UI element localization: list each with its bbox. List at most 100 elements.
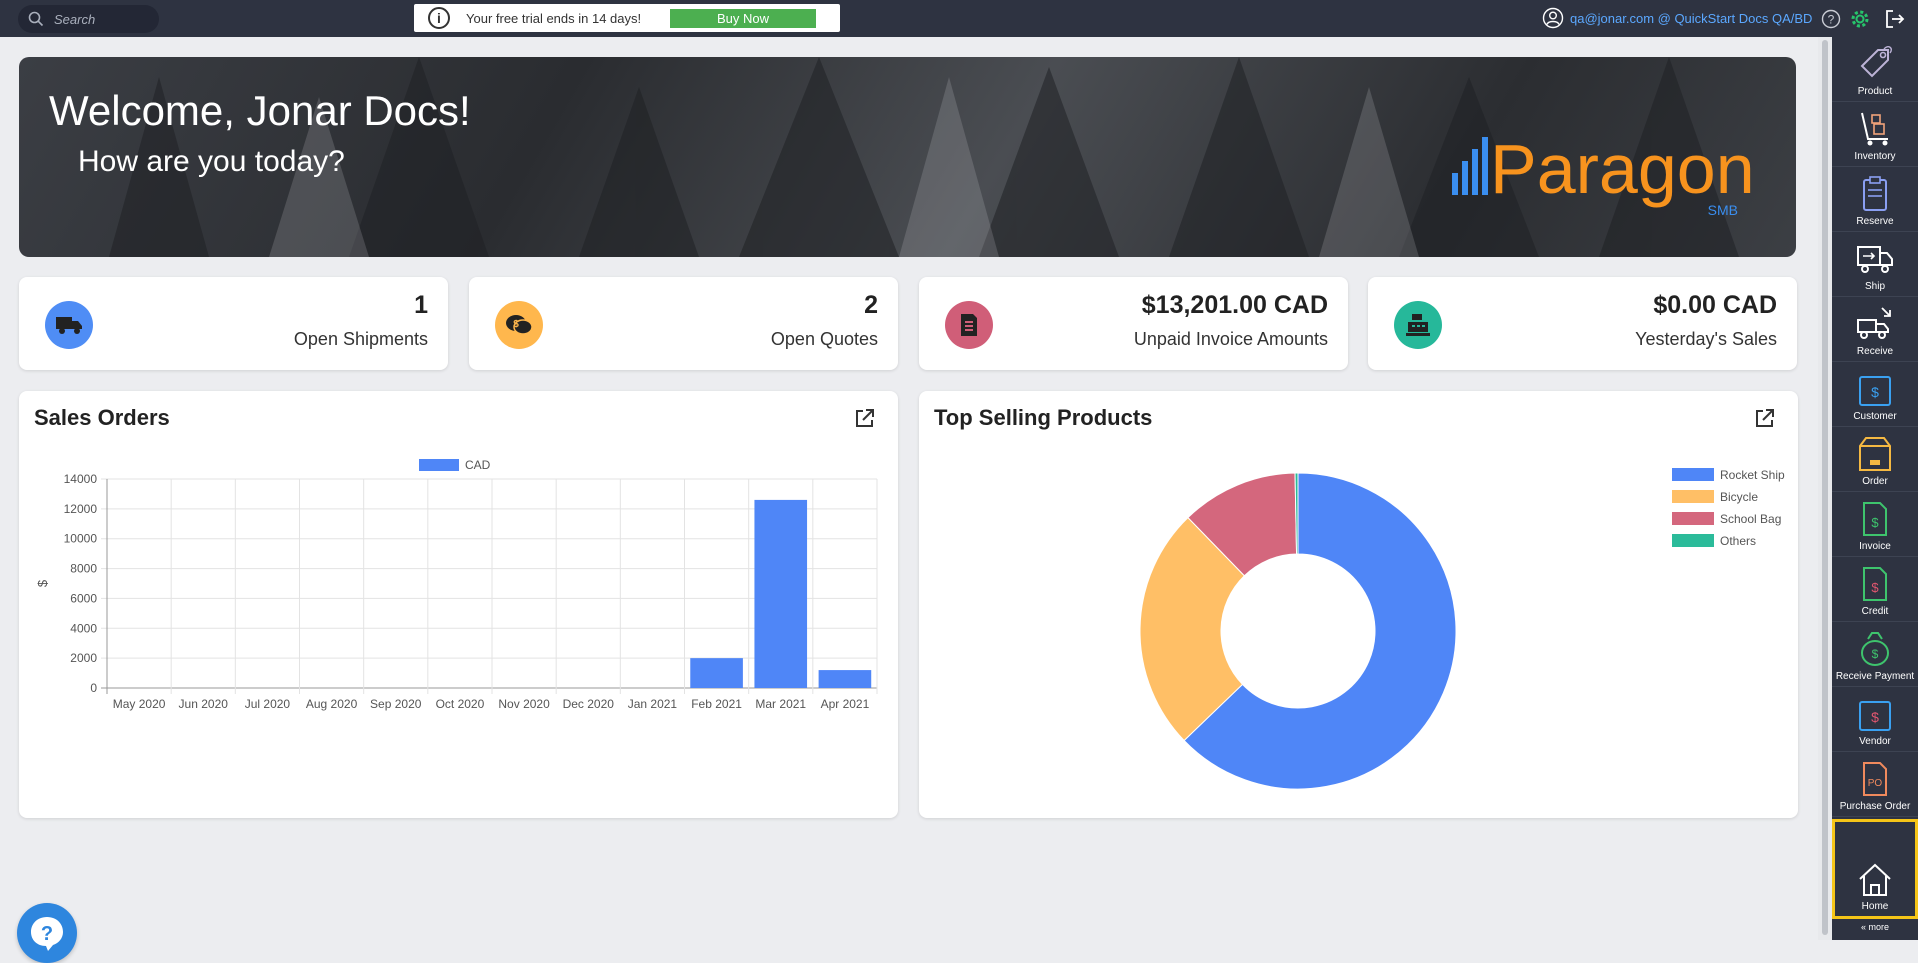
y-tick-label: 4000 bbox=[70, 621, 97, 635]
sidebar-item-ship[interactable]: Ship bbox=[1832, 232, 1918, 297]
legend-swatch bbox=[1672, 512, 1714, 525]
svg-text:$: $ bbox=[1871, 709, 1879, 725]
stat-value: 1 bbox=[414, 291, 428, 319]
svg-text:$: $ bbox=[1871, 515, 1879, 530]
search-box[interactable] bbox=[18, 5, 159, 33]
stat-card-unpaid-invoices[interactable]: $13,201.00 CAD Unpaid Invoice Amounts bbox=[919, 277, 1348, 370]
reserve-clipboard-icon bbox=[1863, 176, 1887, 211]
external-link-icon[interactable] bbox=[1754, 407, 1776, 429]
external-link-icon[interactable] bbox=[854, 407, 876, 429]
paragon-logo: Paragon SMB bbox=[1452, 130, 1755, 218]
stat-card-open-shipments[interactable]: 1 Open Shipments bbox=[19, 277, 448, 370]
invoice-doc-icon: $ bbox=[1863, 502, 1887, 536]
search-icon bbox=[28, 11, 44, 27]
x-tick-label: Aug 2020 bbox=[306, 697, 358, 711]
sidebar-item-label: Home bbox=[1861, 901, 1889, 912]
x-tick-label: May 2020 bbox=[113, 697, 166, 711]
search-input[interactable] bbox=[54, 11, 144, 27]
sidebar-item-label: Reserve bbox=[1856, 216, 1894, 227]
welcome-banner: Welcome, Jonar Docs! How are you today? … bbox=[19, 57, 1796, 257]
credit-doc-icon: $ bbox=[1863, 567, 1887, 601]
settings-gear-icon[interactable] bbox=[1849, 8, 1871, 30]
x-tick-label: Jan 2021 bbox=[628, 697, 678, 711]
stat-value: $0.00 CAD bbox=[1653, 291, 1777, 319]
sidebar-item-inventory[interactable]: Inventory bbox=[1832, 102, 1918, 167]
user-icon bbox=[1542, 7, 1564, 29]
svg-text:$: $ bbox=[1872, 647, 1879, 661]
product-tag-icon bbox=[1860, 46, 1893, 78]
home-icon bbox=[1859, 863, 1891, 896]
stat-value: $13,201.00 CAD bbox=[1141, 291, 1328, 319]
x-tick-label: Feb 2021 bbox=[691, 697, 742, 711]
buy-now-button[interactable]: Buy Now bbox=[670, 9, 816, 28]
y-tick-label: 14000 bbox=[64, 472, 98, 486]
purchase-order-icon: PO bbox=[1863, 762, 1887, 796]
sidebar-item-vendor[interactable]: $ Vendor bbox=[1832, 687, 1918, 752]
sidebar-item-home[interactable]: Home bbox=[1832, 819, 1918, 919]
main-scrollbar[interactable] bbox=[1818, 37, 1832, 940]
svg-text:$: $ bbox=[1871, 384, 1879, 400]
sidebar-item-product[interactable]: Product bbox=[1832, 37, 1918, 102]
trial-message: Your free trial ends in 14 days! bbox=[466, 10, 642, 26]
help-chat-button[interactable]: ? bbox=[17, 903, 77, 963]
svg-text:Paragon: Paragon bbox=[1490, 130, 1755, 208]
sidebar-item-order[interactable]: Order bbox=[1832, 427, 1918, 492]
user-label: qa@jonar.com @ QuickStart Docs QA/BD bbox=[1570, 10, 1813, 26]
svg-text:?: ? bbox=[1828, 13, 1835, 27]
inventory-cart-icon bbox=[1861, 112, 1888, 146]
legend-swatch bbox=[1672, 534, 1714, 547]
y-tick-label: 10000 bbox=[64, 532, 98, 546]
top-selling-chart: Rocket Ship Bicycle School Bag Others bbox=[1139, 468, 1785, 790]
trial-banner: i Your free trial ends in 14 days! Buy N… bbox=[414, 4, 840, 32]
more-link[interactable]: « more bbox=[1832, 922, 1918, 932]
sidebar-item-label: Order bbox=[1862, 476, 1888, 487]
stat-card-open-quotes[interactable]: $ 2 Open Quotes bbox=[469, 277, 898, 370]
sidebar-item-label: Receive Payment bbox=[1835, 671, 1915, 682]
stat-card-yesterdays-sales[interactable]: $0.00 CAD Yesterday's Sales bbox=[1368, 277, 1797, 370]
invoice-icon bbox=[945, 301, 993, 349]
legend-swatch bbox=[419, 459, 459, 471]
help-icon[interactable]: ? bbox=[1820, 8, 1842, 30]
ship-truck-icon bbox=[1857, 246, 1893, 273]
svg-text:$: $ bbox=[513, 319, 519, 330]
logout-icon[interactable] bbox=[1884, 8, 1906, 30]
sidebar-item-credit[interactable]: $ Credit bbox=[1832, 557, 1918, 622]
stat-label: Unpaid Invoice Amounts bbox=[1133, 329, 1328, 349]
svg-text:?: ? bbox=[41, 923, 53, 945]
panel-title: Top Selling Products bbox=[934, 405, 1153, 430]
sidebar-item-invoice[interactable]: $ Invoice bbox=[1832, 492, 1918, 557]
sidebar-item-label: Vendor bbox=[1859, 736, 1891, 747]
right-sidebar: Product Inventory Reserve Ship Receive $… bbox=[1832, 37, 1918, 940]
x-tick-label: Jun 2020 bbox=[179, 697, 229, 711]
sidebar-item-customer[interactable]: $ Customer bbox=[1832, 362, 1918, 427]
vendor-icon: $ bbox=[1859, 701, 1891, 731]
y-tick-label: 0 bbox=[90, 681, 97, 695]
y-tick-label: 6000 bbox=[70, 591, 97, 605]
x-tick-label: Apr 2021 bbox=[821, 697, 870, 711]
sidebar-item-reserve[interactable]: Reserve bbox=[1832, 167, 1918, 232]
sidebar-item-receive[interactable]: Receive bbox=[1832, 297, 1918, 362]
info-icon: i bbox=[428, 7, 450, 29]
sidebar-item-label: Receive bbox=[1856, 346, 1894, 357]
welcome-subtitle: How are you today? bbox=[78, 145, 345, 178]
scrollbar-thumb[interactable] bbox=[1822, 40, 1828, 935]
cash-register-icon bbox=[1394, 301, 1442, 349]
legend-label: CAD bbox=[465, 458, 491, 472]
bar bbox=[818, 670, 872, 688]
x-tick-label: Sep 2020 bbox=[370, 697, 422, 711]
x-tick-label: Oct 2020 bbox=[436, 697, 485, 711]
sales-orders-chart: 0 2000 4000 6000 8000 10000 12000 14000 May 2020… bbox=[35, 458, 878, 711]
stat-label: Open Quotes bbox=[770, 329, 878, 349]
svg-text:PO: PO bbox=[1868, 778, 1883, 789]
top-selling-panel: Top Selling Products Rocket Ship Bicycle S… bbox=[919, 391, 1798, 818]
sidebar-item-label: Credit bbox=[1861, 606, 1889, 617]
payment-bag-icon: $ bbox=[1861, 632, 1889, 666]
sidebar-item-label: Purchase Order bbox=[1839, 801, 1911, 812]
user-account[interactable]: qa@jonar.com @ QuickStart Docs QA/BD bbox=[1542, 7, 1812, 29]
legend-label: School Bag bbox=[1720, 512, 1781, 526]
sidebar-item-receive-payment[interactable]: $ Receive Payment bbox=[1832, 622, 1918, 687]
x-tick-label: Jul 2020 bbox=[245, 697, 291, 711]
welcome-heading: Welcome, Jonar Docs! bbox=[49, 87, 471, 134]
sidebar-item-purchase-order[interactable]: PO Purchase Order bbox=[1832, 752, 1918, 817]
legend-swatch bbox=[1672, 468, 1714, 481]
